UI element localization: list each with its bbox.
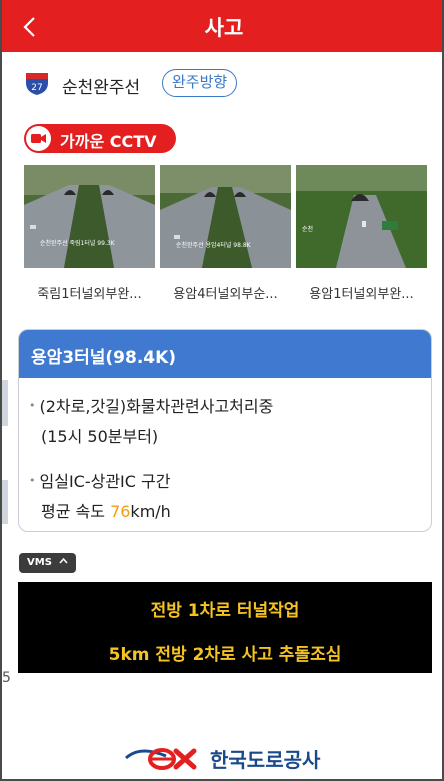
route-info: 27 순천완주선 완주방향 [24, 68, 424, 100]
cctv-label-text: 용암1터널외부완... [309, 287, 414, 302]
cctv-item[interactable]: 순천완주선 죽림1터널 99.3K 죽림1터널외부완... [24, 165, 155, 305]
cctv-thumbnail: 순천 [296, 165, 427, 268]
cctv-label-text: 용암4터널외부순... [173, 287, 278, 302]
cctv-overlay: 순천완주선 용암4터널 98.8K [176, 241, 252, 249]
highway-shield-icon: 27 [26, 73, 48, 95]
incident-card: 용암3터널(98.4K) • (2차로,갓길)화물차관련사고처리중 (15시 50… [18, 329, 432, 532]
chevron-up-icon [59, 557, 68, 564]
speed-prefix: 평균 속도 [41, 502, 111, 521]
cctv-label-text: 죽림1터널외부완... [37, 287, 142, 302]
route-number: 27 [31, 83, 42, 93]
cctv-item[interactable]: 순천 용암1터널외부완... [296, 165, 427, 305]
cctv-badge: 가까운 CCTV [24, 124, 176, 153]
cctv-item[interactable]: 순천완주선 용암4터널 98.8K 용암4터널외부순... [160, 165, 291, 305]
cctv-thumbnail: 순천완주선 죽림1터널 99.3K [24, 165, 155, 268]
background-strip [2, 480, 8, 524]
cctv-label: 가까운 CCTV [60, 132, 157, 151]
section-text: 임실IC-상관IC 구간 [39, 472, 171, 491]
speed-value: 76 [110, 502, 131, 521]
route-name: 순천완주선 [62, 78, 141, 98]
header-bar: 사고 [2, 0, 442, 52]
video-camera-icon [26, 126, 51, 151]
average-speed: 평균 속도 76km/h [29, 497, 171, 527]
logo-text: 한국도로공사 [210, 748, 321, 772]
vms-board: 전방 1차로 터널작업 5km 전방 2차로 사고 추돌조심 [18, 582, 432, 673]
incident-description: • (2차로,갓길)화물차관련사고처리중 (15시 50분부터) [29, 391, 273, 452]
incident-desc-line2: (15시 50분부터) [41, 427, 159, 446]
cctv-overlay: 순천 [302, 225, 313, 233]
footer-logo: 한국도로공사 [124, 741, 334, 773]
incident-card-header: 용암3터널(98.4K) [19, 330, 431, 378]
incident-location: 용암3터널(98.4K) [31, 348, 177, 368]
cctv-thumbnail: 순천완주선 용암4터널 98.8K [160, 165, 291, 268]
vms-line: 전방 1차로 터널작업 [150, 601, 300, 621]
ex-logo-icon [124, 748, 197, 770]
cctv-list: 순천완주선 죽림1터널 99.3K 죽림1터널외부완... 순천완주선 용암4터… [24, 165, 429, 305]
incident-section: • 임실IC-상관IC 구간 평균 속도 76km/h [29, 466, 171, 527]
edge-fragment: 5 [2, 670, 11, 686]
cctv-overlay: 순천완주선 죽림1터널 99.3K [40, 239, 116, 247]
incident-desc-line1: (2차로,갓길)화물차관련사고처리중 [39, 397, 274, 416]
direction-badge: 완주방향 [162, 69, 238, 97]
background-strip [2, 380, 8, 426]
app-frame: 사고 27 순천완주선 완주방향 가까운 CCTV 순천완주선 죽림1터널 99… [0, 0, 444, 781]
vms-line: 5km 전방 2차로 사고 추돌조심 [108, 645, 342, 665]
vms-toggle[interactable]: VMS [19, 553, 77, 573]
vms-tag-label: VMS [27, 557, 52, 568]
bullet-icon: • [29, 399, 36, 412]
page-title: 사고 [204, 16, 244, 40]
speed-unit: km/h [130, 502, 171, 521]
bullet-icon: • [29, 474, 36, 487]
